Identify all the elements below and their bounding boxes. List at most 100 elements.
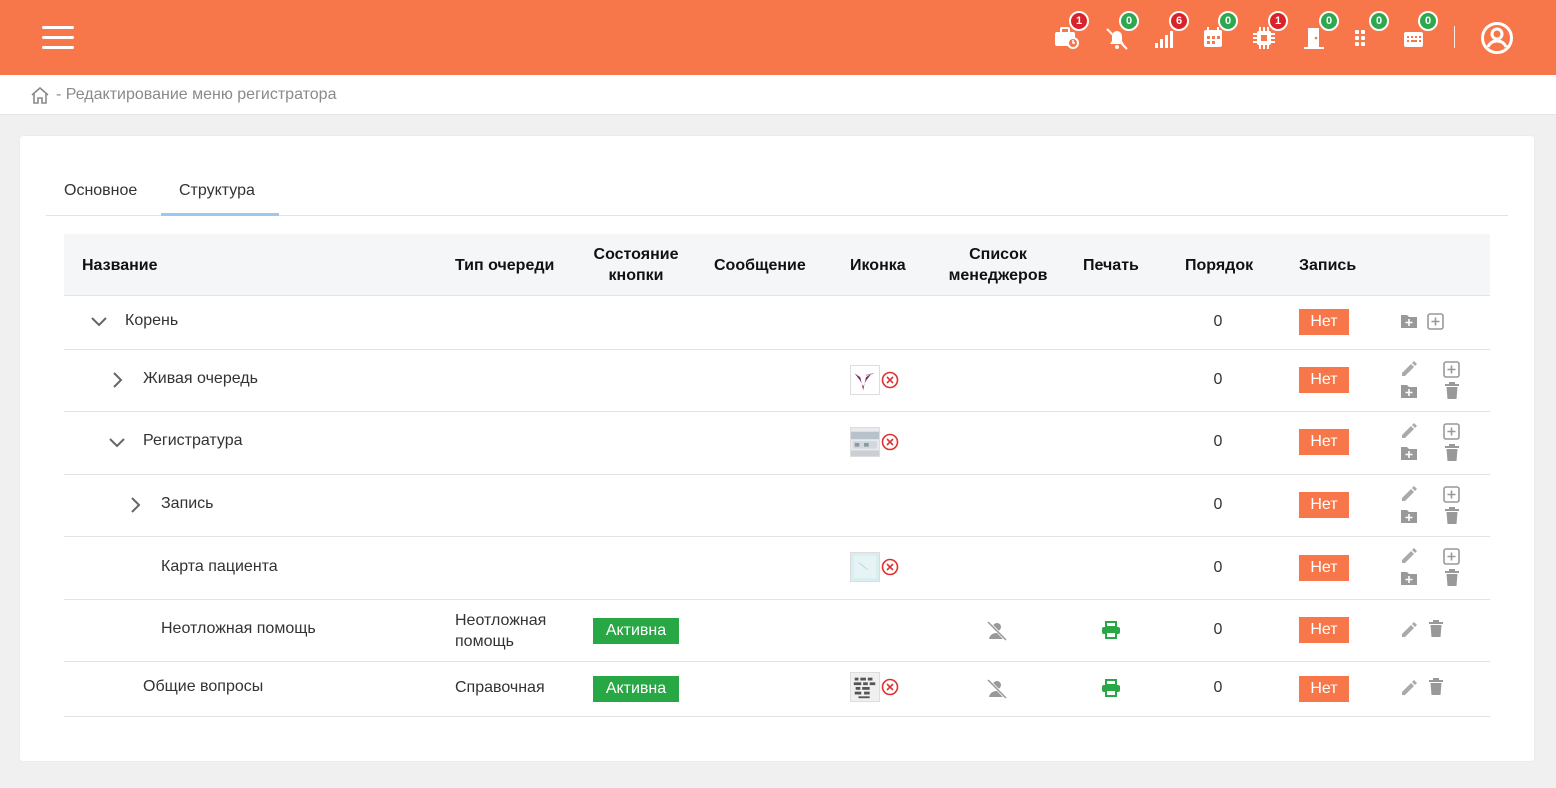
- notification-count-badge: 0: [1319, 11, 1339, 31]
- edit-pencil-icon[interactable]: [1400, 621, 1418, 639]
- column-header-record: Запись: [1299, 257, 1357, 274]
- row-order: 0: [1213, 496, 1223, 513]
- remove-icon-circle-icon[interactable]: [881, 558, 899, 576]
- notification-bell-off[interactable]: 0: [1104, 11, 1139, 51]
- trash-icon[interactable]: [1428, 678, 1444, 696]
- topbar-divider: [1454, 26, 1455, 48]
- notification-count-badge: 6: [1169, 11, 1189, 31]
- column-header-button-state: Состояние кнопки: [593, 244, 679, 286]
- notification-count-badge: 1: [1268, 11, 1288, 31]
- row-order: 0: [1213, 621, 1223, 638]
- row-name: Неотложная помощь: [161, 620, 316, 637]
- user-account-icon[interactable]: [1480, 21, 1514, 55]
- trash-icon[interactable]: [1444, 569, 1460, 587]
- row-order: 0: [1213, 313, 1223, 330]
- add-item-icon[interactable]: [1443, 361, 1460, 378]
- column-header-button-state-line1: Состояние: [593, 246, 679, 263]
- menu-icon[interactable]: [42, 26, 74, 49]
- remove-icon-circle-icon[interactable]: [881, 433, 899, 451]
- add-folder-icon[interactable]: [1400, 570, 1418, 586]
- record-status-badge: Нет: [1299, 676, 1349, 702]
- tab-general[interactable]: Основное: [46, 176, 155, 216]
- edit-pencil-icon[interactable]: [1400, 422, 1418, 440]
- table-row: Регистратура 0 Нет: [64, 412, 1490, 475]
- notification-count-badge: 0: [1418, 11, 1438, 31]
- notification-signal[interactable]: 6: [1154, 11, 1189, 51]
- row-queue-type-line1: Неотложная: [455, 612, 547, 629]
- chevron-right-icon[interactable]: [112, 371, 124, 389]
- chevron-right-icon[interactable]: [130, 496, 142, 514]
- column-header-managers-line2: менеджеров: [948, 267, 1048, 284]
- trash-icon[interactable]: [1444, 507, 1460, 525]
- notification-calendar[interactable]: 0: [1203, 11, 1238, 51]
- column-header-print: Печать: [1083, 257, 1139, 274]
- column-header-queue-type: Тип очереди: [455, 257, 555, 274]
- record-status-badge: Нет: [1299, 555, 1349, 581]
- add-folder-icon[interactable]: [1400, 508, 1418, 524]
- row-order: 0: [1213, 559, 1223, 576]
- row-name: Карта пациента: [161, 558, 278, 575]
- trash-icon[interactable]: [1444, 382, 1460, 400]
- table-row: Живая очередь 0 Нет: [64, 350, 1490, 412]
- thumbnail-image: [850, 552, 880, 582]
- column-header-name: Название: [82, 257, 158, 274]
- notification-count-badge: 1: [1069, 11, 1089, 31]
- trash-icon[interactable]: [1444, 444, 1460, 462]
- top-bar: 1 0 6 0 1 0 0 0: [0, 0, 1556, 75]
- add-item-icon[interactable]: [1427, 313, 1444, 330]
- record-status-badge: Нет: [1299, 367, 1349, 393]
- column-header-order: Порядок: [1185, 257, 1254, 274]
- add-folder-icon[interactable]: [1400, 313, 1418, 329]
- add-folder-icon[interactable]: [1400, 383, 1418, 399]
- record-status-badge: Нет: [1299, 309, 1349, 335]
- home-icon[interactable]: [30, 86, 50, 104]
- add-item-icon[interactable]: [1443, 486, 1460, 503]
- row-order: 0: [1213, 433, 1223, 450]
- content-card: Основное Структура Название Тип очереди …: [20, 136, 1534, 761]
- add-folder-icon[interactable]: [1400, 445, 1418, 461]
- managers-off-icon[interactable]: [986, 621, 1008, 641]
- edit-pencil-icon[interactable]: [1400, 547, 1418, 565]
- edit-pencil-icon[interactable]: [1400, 485, 1418, 503]
- notification-briefcase-clock[interactable]: 1: [1054, 11, 1089, 51]
- table-row: Общие вопросы Справочная Активна 0 Нет: [64, 662, 1490, 717]
- notification-count-badge: 0: [1218, 11, 1238, 31]
- printer-icon[interactable]: [1101, 679, 1121, 697]
- row-name: Живая очередь: [143, 370, 258, 387]
- column-header-managers: Список менеджеров: [946, 244, 1050, 286]
- tab-bar: Основное Структура: [46, 176, 1508, 216]
- edit-pencil-icon[interactable]: [1400, 360, 1418, 378]
- chevron-down-icon[interactable]: [108, 437, 126, 449]
- notification-grid[interactable]: 0: [1354, 11, 1389, 51]
- chevron-down-icon[interactable]: [90, 316, 108, 328]
- table-row: Карта пациента 0 Нет: [64, 537, 1490, 600]
- notification-count-badge: 0: [1119, 11, 1139, 31]
- chip-icon: [1253, 27, 1275, 49]
- edit-pencil-icon[interactable]: [1400, 679, 1418, 697]
- record-status-badge: Нет: [1299, 492, 1349, 518]
- table-row: Неотложная помощь Неотложная помощь Акти…: [64, 600, 1490, 662]
- trash-icon[interactable]: [1428, 620, 1444, 638]
- managers-off-icon[interactable]: [986, 679, 1008, 699]
- door-icon: [1304, 28, 1324, 49]
- notification-keyboard[interactable]: 0: [1403, 11, 1438, 51]
- keyboard-icon: [1404, 32, 1423, 47]
- record-status-badge: Нет: [1299, 617, 1349, 643]
- printer-icon[interactable]: [1101, 621, 1121, 639]
- add-item-icon[interactable]: [1443, 548, 1460, 565]
- notification-chip[interactable]: 1: [1253, 11, 1288, 51]
- add-item-icon[interactable]: [1443, 423, 1460, 440]
- row-queue-type: Неотложная помощь: [455, 610, 546, 652]
- thumbnail-image: [850, 365, 880, 395]
- tab-structure[interactable]: Структура: [161, 176, 279, 216]
- row-name: Общие вопросы: [143, 678, 264, 695]
- remove-icon-circle-icon[interactable]: [881, 678, 899, 696]
- notification-door[interactable]: 0: [1304, 11, 1339, 51]
- table-row: Запись 0 Нет: [64, 475, 1490, 537]
- row-order: 0: [1213, 371, 1223, 388]
- notification-count-badge: 0: [1369, 11, 1389, 31]
- button-state-badge: Активна: [593, 676, 679, 702]
- thumbnail-image: [850, 427, 880, 457]
- table-row: Корень 0 Нет: [64, 296, 1490, 350]
- remove-icon-circle-icon[interactable]: [881, 371, 899, 389]
